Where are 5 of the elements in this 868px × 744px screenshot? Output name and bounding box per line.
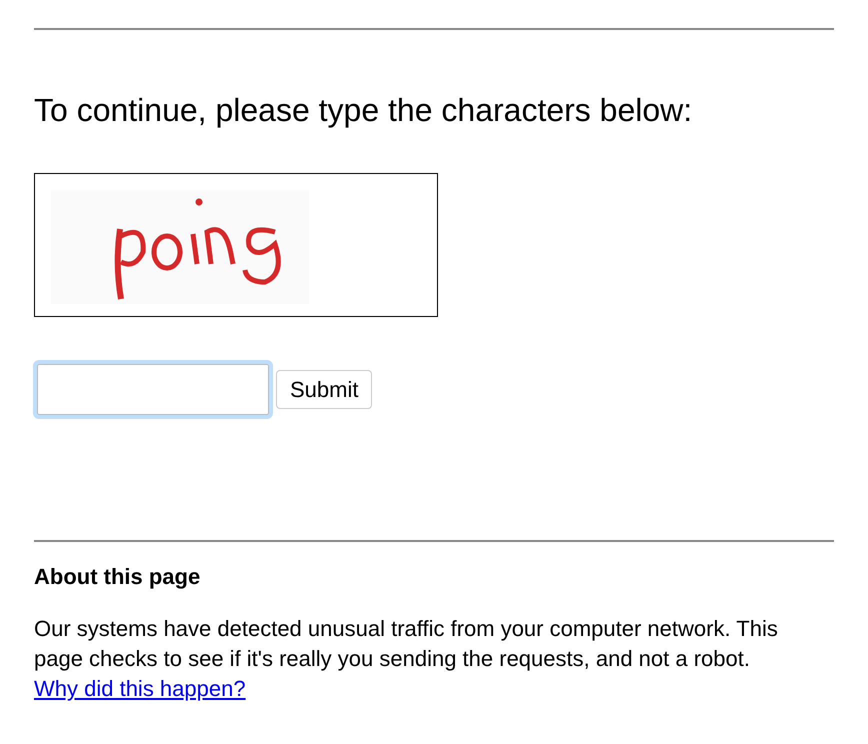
about-text: Our systems have detected unusual traffic from your computer network. This page checks to see if it's really you sending the requests, and not a robot. Why did this happen? xyxy=(34,615,779,703)
submit-button[interactable]: Submit xyxy=(276,370,372,409)
prompt-text: To continue, please type the characters below: xyxy=(34,91,694,130)
why-link[interactable]: Why did this happen? xyxy=(34,676,246,701)
about-heading: About this page xyxy=(34,564,202,590)
